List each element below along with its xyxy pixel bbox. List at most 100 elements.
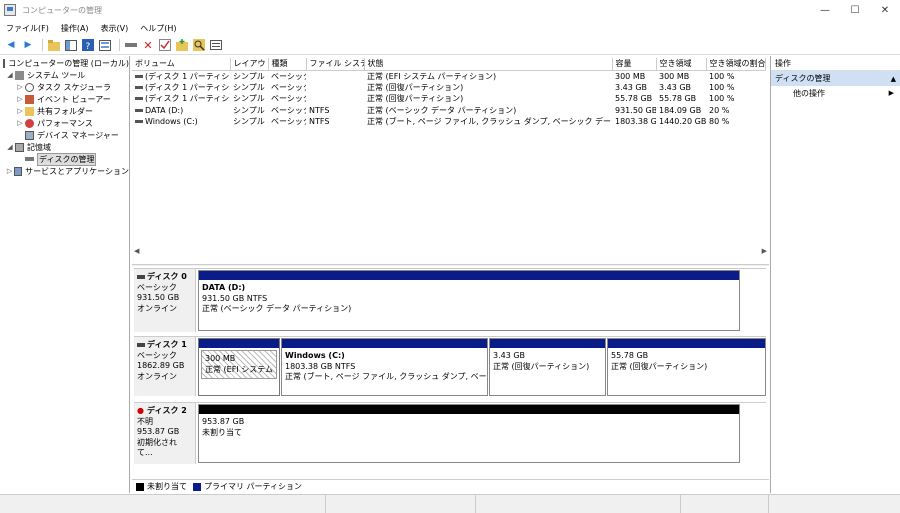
actions-header: 操作 xyxy=(771,56,900,71)
partition-block[interactable]: 953.87 GB 未割り当て xyxy=(198,404,740,463)
legend-swatch-primary xyxy=(193,482,201,491)
chevron-down-icon[interactable]: ◢ xyxy=(6,143,14,151)
scroll-right-icon[interactable]: ▶ xyxy=(762,247,767,255)
volume-filesystem: NTFS xyxy=(309,105,330,115)
partition-size: 3.43 GB xyxy=(493,351,526,360)
scroll-left-icon[interactable]: ◀ xyxy=(134,247,139,255)
menu-action[interactable]: 操作(A) xyxy=(55,23,95,34)
disk-label[interactable]: ● ディスク 2 不明 953.87 GB 初期化されて... xyxy=(134,403,196,464)
partition-status: 正常 (ブート, ページ ファイル, クラッシュ ダンプ, ベーシック データ … xyxy=(285,372,487,381)
new-folder-icon[interactable] xyxy=(175,38,189,52)
back-icon[interactable]: ◀ xyxy=(4,38,18,52)
chevron-down-icon[interactable]: ◢ xyxy=(6,71,14,79)
disk-row[interactable]: ディスク 0 ベーシック 931.50 GB オンライン DATA (D:) 9… xyxy=(134,268,766,332)
status-bar xyxy=(0,494,900,513)
chevron-right-icon[interactable]: ▷ xyxy=(16,119,24,127)
partition-color-bar xyxy=(199,405,739,414)
more-actions-item[interactable]: 他の操作 ▶ xyxy=(771,86,900,100)
tree-item-system-tools[interactable]: ◢ システム ツール xyxy=(0,69,129,81)
column-header-type[interactable]: 種類 xyxy=(268,58,307,71)
partition-block[interactable]: Windows (C:) 1803.38 GB NTFS 正常 (ブート, ペー… xyxy=(281,338,488,396)
disk-icon xyxy=(137,275,145,280)
disk-label[interactable]: ディスク 0 ベーシック 931.50 GB オンライン xyxy=(134,269,196,332)
legend-label-unallocated: 未割り当て xyxy=(147,482,187,491)
volume-type: ベーシック xyxy=(271,82,306,92)
tree-item-shared-folders[interactable]: ▷ 共有フォルダー xyxy=(0,105,129,117)
volume-name: (ディスク 1 パーティション 5) xyxy=(145,94,230,104)
forward-icon[interactable]: ▶ xyxy=(21,38,35,52)
minimize-button[interactable]: — xyxy=(810,0,840,20)
tree-item-computer-management[interactable]: コンピューターの管理 (ローカル) xyxy=(0,57,129,69)
volume-percent-free: 20 % xyxy=(709,105,730,115)
column-header-status[interactable]: 状態 xyxy=(364,58,613,71)
volume-icon xyxy=(135,85,143,89)
partition-block[interactable]: DATA (D:) 931.50 GB NTFS 正常 (ベーシック データ パ… xyxy=(198,270,740,331)
services-icon xyxy=(14,166,23,176)
chevron-right-icon[interactable]: ▷ xyxy=(16,83,24,91)
chevron-right-icon[interactable]: ▷ xyxy=(16,95,24,103)
tree-item-event-viewer[interactable]: ▷ イベント ビューアー xyxy=(0,93,129,105)
navigation-tree: コンピューターの管理 (ローカル) ◢ システム ツール ▷ タスク スケジュー… xyxy=(0,56,130,493)
column-header-layout[interactable]: レイアウト xyxy=(230,58,269,71)
disk-status: オンライン xyxy=(137,371,177,381)
properties-icon[interactable] xyxy=(98,38,112,52)
show-hide-tree-icon[interactable] xyxy=(64,38,78,52)
disk-icon xyxy=(25,157,34,161)
partition-status: 正常 (回復パーティション) xyxy=(611,361,708,371)
view-icon[interactable] xyxy=(209,38,223,52)
table-row[interactable]: (ディスク 1 パーティション 5) シンプル ベーシック 正常 (回復パーティ… xyxy=(132,93,765,105)
column-header-percent-free[interactable]: 空き領域の割合 xyxy=(706,58,766,71)
partition-status: 正常 (回復パーティション) xyxy=(493,361,590,371)
partition-block[interactable]: 3.43 GB 正常 (回復パーティション) xyxy=(489,338,606,396)
close-button[interactable]: ✕ xyxy=(870,0,900,20)
table-row[interactable]: DATA (D:) シンプル ベーシック NTFS 正常 (ベーシック データ … xyxy=(132,105,765,117)
actions-section-disk-management[interactable]: ディスクの管理 ▲ xyxy=(771,71,900,86)
search-icon[interactable] xyxy=(192,38,206,52)
menu-file[interactable]: ファイル(F) xyxy=(0,23,55,34)
disk-type: ベーシック xyxy=(137,282,177,292)
column-header-free-space[interactable]: 空き領域 xyxy=(656,58,707,71)
tree-item-storage[interactable]: ◢ 記憶域 xyxy=(0,141,129,153)
help-icon[interactable]: ? xyxy=(81,38,95,52)
connect-icon[interactable] xyxy=(124,38,138,52)
table-row[interactable]: Windows (C:) シンプル ベーシック NTFS 正常 (ブート, ペー… xyxy=(132,116,765,128)
chevron-up-icon[interactable]: ▲ xyxy=(891,75,896,83)
partition-block[interactable]: 55.78 GB 正常 (回復パーティション) xyxy=(607,338,766,396)
column-header-filesystem[interactable]: ファイル システム xyxy=(306,58,365,71)
horizontal-scrollbar[interactable]: ◀ ▶ xyxy=(134,246,767,256)
disk-management-pane: ボリューム レイアウト 種類 ファイル システム 状態 容量 空き領域 空き領域… xyxy=(132,56,769,493)
tree-item-services-apps[interactable]: ▷ サービスとアプリケーション xyxy=(0,165,129,177)
column-header-volume[interactable]: ボリューム xyxy=(132,58,231,71)
column-header-capacity[interactable]: 容量 xyxy=(612,58,657,71)
table-row[interactable]: (ディスク 1 パーティション 1) シンプル ベーシック 正常 (EFI シス… xyxy=(132,70,765,82)
delete-icon[interactable]: ✕ xyxy=(141,38,155,52)
table-row[interactable]: (ディスク 1 パーティション 4) シンプル ベーシック 正常 (回復パーティ… xyxy=(132,82,765,94)
disk-size: 931.50 GB xyxy=(137,293,180,302)
folder-icon xyxy=(25,106,34,116)
check-icon[interactable] xyxy=(158,38,172,52)
volume-status: 正常 (ベーシック データ パーティション) xyxy=(367,105,517,115)
volume-filesystem xyxy=(306,70,364,82)
legend-label-primary: プライマリ パーティション xyxy=(204,482,303,491)
up-folder-icon[interactable] xyxy=(47,38,61,52)
disk-size: 953.87 GB xyxy=(137,427,180,436)
disk-row[interactable]: ● ディスク 2 不明 953.87 GB 初期化されて... 953.87 GB… xyxy=(134,402,766,464)
partition-block[interactable]: 300 MB 正常 (EFI システム パー xyxy=(198,338,280,396)
tree-item-disk-management[interactable]: ディスクの管理 xyxy=(0,152,129,166)
volume-status: 正常 (EFI システム パーティション) xyxy=(367,71,497,81)
tools-icon xyxy=(15,70,24,80)
chevron-right-icon[interactable]: ▷ xyxy=(16,107,24,115)
partition-color-bar xyxy=(282,339,487,348)
tree-item-device-manager[interactable]: デバイス マネージャー xyxy=(0,129,129,141)
menu-help[interactable]: ヘルプ(H) xyxy=(134,23,182,34)
volume-filesystem: NTFS xyxy=(309,117,330,127)
tree-item-task-scheduler[interactable]: ▷ タスク スケジューラ xyxy=(0,81,129,93)
menu-view[interactable]: 表示(V) xyxy=(95,23,135,34)
chevron-right-icon[interactable]: ▷ xyxy=(6,167,13,175)
volume-type: ベーシック xyxy=(271,94,306,104)
tree-item-performance[interactable]: ▷ パフォーマンス xyxy=(0,117,129,129)
disk-row[interactable]: ディスク 1 ベーシック 1862.89 GB オンライン 300 MB 正常 … xyxy=(134,336,766,396)
maximize-button[interactable]: ☐ xyxy=(840,0,870,20)
actions-section-label: ディスクの管理 xyxy=(775,74,831,83)
disk-label[interactable]: ディスク 1 ベーシック 1862.89 GB オンライン xyxy=(134,337,196,396)
